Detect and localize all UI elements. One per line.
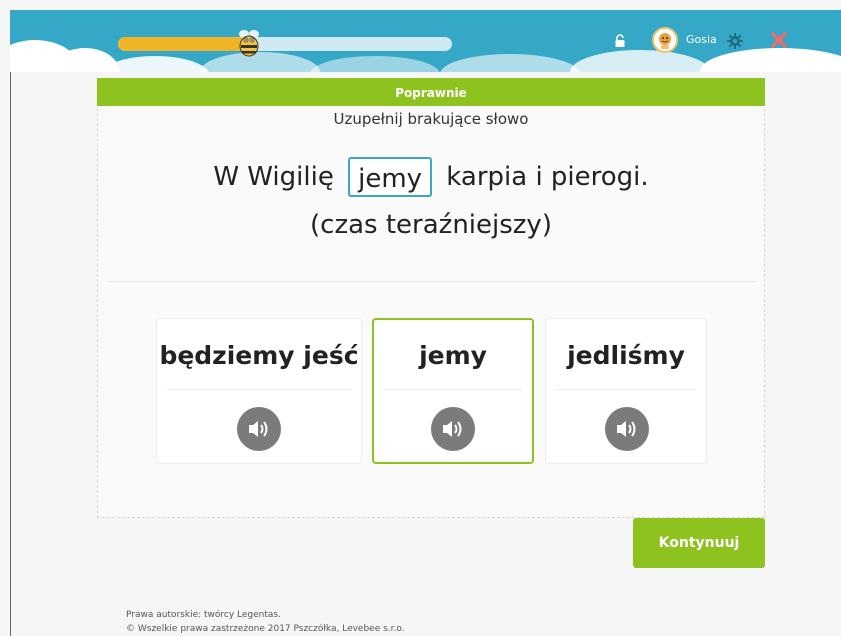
speaker-icon[interactable] xyxy=(237,407,281,451)
lesson-progress-fill xyxy=(118,37,245,51)
option-card[interactable]: jedliśmy xyxy=(545,318,707,464)
window-edge xyxy=(10,72,11,636)
sentence-after: karpia i pierogi. xyxy=(446,161,649,192)
option-card[interactable]: będziemy jeść xyxy=(156,318,362,464)
cloud-decoration xyxy=(570,50,710,72)
option-label: jemy xyxy=(419,341,487,370)
footer-rights: © Wszelkie prawa zastrzeżone 2017 Pszczó… xyxy=(126,624,405,634)
option-divider xyxy=(167,389,351,390)
option-card-selected[interactable]: jemy xyxy=(372,318,534,464)
exercise-sentence: W Wigilię jemy karpia i pierogi. xyxy=(97,153,765,199)
footer-copyright: Prawa autorskie: twórcy Legentas. xyxy=(126,610,281,620)
option-label: będziemy jeść xyxy=(159,341,359,370)
tense-hint: (czas teraźniejszy) xyxy=(310,210,552,240)
speaker-icon[interactable] xyxy=(431,407,475,451)
gear-icon[interactable] xyxy=(727,33,743,49)
bee-icon xyxy=(239,30,259,57)
option-divider xyxy=(556,389,696,390)
header-bar: Gosia xyxy=(10,10,841,72)
divider xyxy=(108,281,756,282)
lesson-progress-bar xyxy=(118,37,452,51)
option-label: jedliśmy xyxy=(567,341,685,370)
status-banner: Poprawnie xyxy=(97,78,765,106)
cloud-decoration xyxy=(700,48,841,72)
continue-button[interactable]: Kontynuuj xyxy=(633,518,765,568)
user-name[interactable]: Gosia xyxy=(686,33,717,46)
speaker-icon[interactable] xyxy=(605,407,649,451)
exercise-instruction: Uzupełnij brakujące słowo xyxy=(333,110,529,128)
cloud-decoration xyxy=(440,54,580,72)
lock-icon[interactable] xyxy=(614,34,626,48)
option-divider xyxy=(384,389,522,390)
avatar-icon[interactable] xyxy=(652,27,678,53)
close-icon[interactable] xyxy=(770,31,788,49)
cloud-decoration xyxy=(310,56,440,72)
sentence-before: W Wigilię xyxy=(213,161,334,192)
cloud-decoration xyxy=(100,56,210,72)
answer-gap[interactable]: jemy xyxy=(348,156,433,197)
